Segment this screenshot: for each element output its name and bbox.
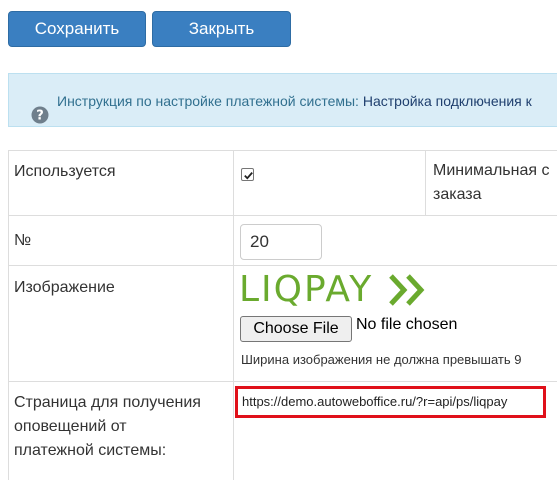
double-chevron-icon: [389, 274, 425, 306]
svg-text:?: ?: [36, 109, 44, 124]
notify-label: Страница для получения: [14, 394, 201, 411]
image-width-hint: Ширина изображения не должна превышать 9: [241, 352, 522, 367]
table-border: [8, 150, 9, 480]
min-order-label: Минимальная с: [433, 162, 550, 179]
min-order-label-line2: заказа: [433, 186, 482, 203]
row-divider: [8, 381, 557, 382]
used-label: Используется: [14, 163, 116, 180]
close-button[interactable]: Закрыть: [152, 11, 291, 47]
number-label: №: [14, 232, 32, 249]
column-divider: [233, 150, 234, 480]
question-circle-icon[interactable]: ?: [31, 92, 49, 124]
notify-label-line2: оповещений от: [14, 418, 127, 435]
number-input[interactable]: 20: [240, 224, 322, 260]
column-divider: [425, 150, 426, 215]
choose-file-button[interactable]: Choose File: [240, 316, 352, 342]
row-divider: [8, 265, 557, 266]
no-file-text: No file chosen: [356, 316, 458, 333]
save-button[interactable]: Сохранить: [8, 11, 146, 47]
logo-text: LIQPAY: [239, 269, 374, 310]
instruction-link[interactable]: Настройка подключения к: [363, 93, 532, 109]
image-label: Изображение: [14, 279, 115, 296]
info-text: Инструкция по настройке платежной систем…: [57, 93, 532, 109]
checkmark-icon: [244, 172, 253, 180]
row-divider: [8, 215, 557, 216]
used-checkbox[interactable]: [241, 168, 254, 181]
notify-label-line3: платежной системы:: [14, 442, 167, 459]
notify-url-field[interactable]: https://demo.autoweboffice.ru/?r=api/ps/…: [235, 386, 546, 418]
table-border: [8, 150, 557, 151]
info-alert: ? Инструкция по настройке платежной сист…: [8, 73, 557, 127]
